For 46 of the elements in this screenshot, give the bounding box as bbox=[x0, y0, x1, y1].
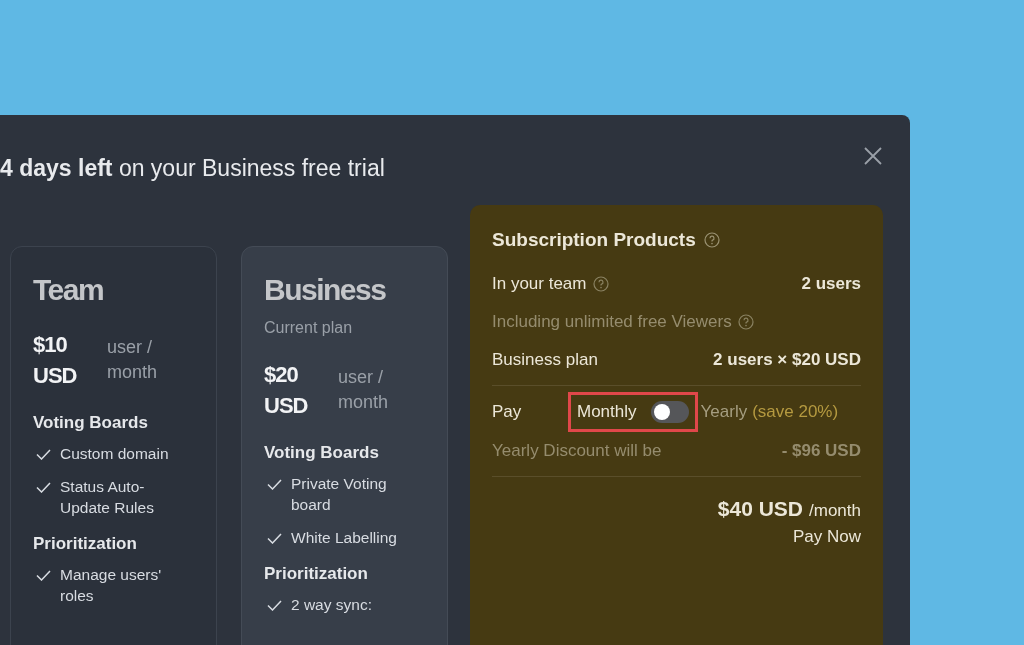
help-icon[interactable] bbox=[592, 276, 609, 292]
close-icon[interactable] bbox=[864, 147, 882, 165]
check-icon bbox=[36, 449, 51, 460]
section-title: Prioritization bbox=[33, 534, 138, 554]
feature-text: Manage users' roles bbox=[60, 565, 163, 606]
section-title: Prioritization bbox=[264, 564, 369, 584]
check-icon bbox=[267, 479, 282, 490]
check-icon bbox=[36, 482, 51, 493]
plan-note: Current plan bbox=[264, 319, 354, 337]
row-label: In your team bbox=[492, 274, 587, 294]
discount-value: - $96 USD bbox=[781, 441, 861, 461]
check-icon bbox=[267, 600, 282, 611]
plan-price: $20 USD bbox=[264, 361, 309, 420]
plan-name: Team bbox=[33, 273, 105, 307]
plan-card[interactable]: Team $10 USD user / month Voting Boards Custom domain Status Auto-Update Rules Prioritization Manage users' roles bbox=[10, 246, 217, 645]
plan-price: $10 USD bbox=[33, 331, 78, 390]
price-unit: user / month bbox=[338, 366, 390, 414]
billing-toggle[interactable] bbox=[650, 401, 689, 423]
feature-text: Status Auto-Update Rules bbox=[60, 477, 155, 518]
help-icon[interactable] bbox=[703, 232, 720, 248]
feature-text: Custom domain bbox=[60, 444, 169, 464]
row-label: Business plan bbox=[492, 350, 598, 370]
dialog-title: 4 days left on your Business free trial bbox=[0, 155, 385, 182]
save-label: (save 20%) bbox=[752, 402, 839, 422]
total-amount: $40 USD bbox=[717, 497, 803, 521]
summary-title: Subscription Products bbox=[492, 229, 696, 251]
pay-now-link[interactable]: Pay Now bbox=[792, 527, 861, 547]
row-value: 2 users × $20 USD bbox=[713, 350, 861, 370]
yearly-label: Yearly bbox=[700, 402, 748, 422]
total-period: /month bbox=[809, 501, 861, 521]
section-title: Voting Boards bbox=[264, 443, 380, 463]
feature-text: Private Voting board bbox=[291, 474, 388, 515]
plan-name: Business bbox=[264, 273, 387, 307]
plan-card[interactable]: Business Current plan $20 USD user / month Voting Boards Private Voting board White Labelling Prioritization 2 way sync: bbox=[241, 246, 448, 645]
check-icon bbox=[36, 570, 51, 581]
price-unit: user / month bbox=[107, 336, 159, 384]
row-label: Including unlimited free Viewers bbox=[492, 312, 732, 332]
feature-text: White Labelling bbox=[291, 528, 397, 548]
monthly-label: Monthly bbox=[577, 402, 637, 422]
section-title: Voting Boards bbox=[33, 413, 149, 433]
pay-label: Pay bbox=[492, 402, 523, 422]
help-icon[interactable] bbox=[737, 314, 754, 330]
discount-label: Yearly Discount will be bbox=[492, 441, 662, 461]
check-icon bbox=[267, 533, 282, 544]
row-value: 2 users bbox=[801, 274, 861, 294]
feature-text: 2 way sync: bbox=[291, 595, 372, 615]
